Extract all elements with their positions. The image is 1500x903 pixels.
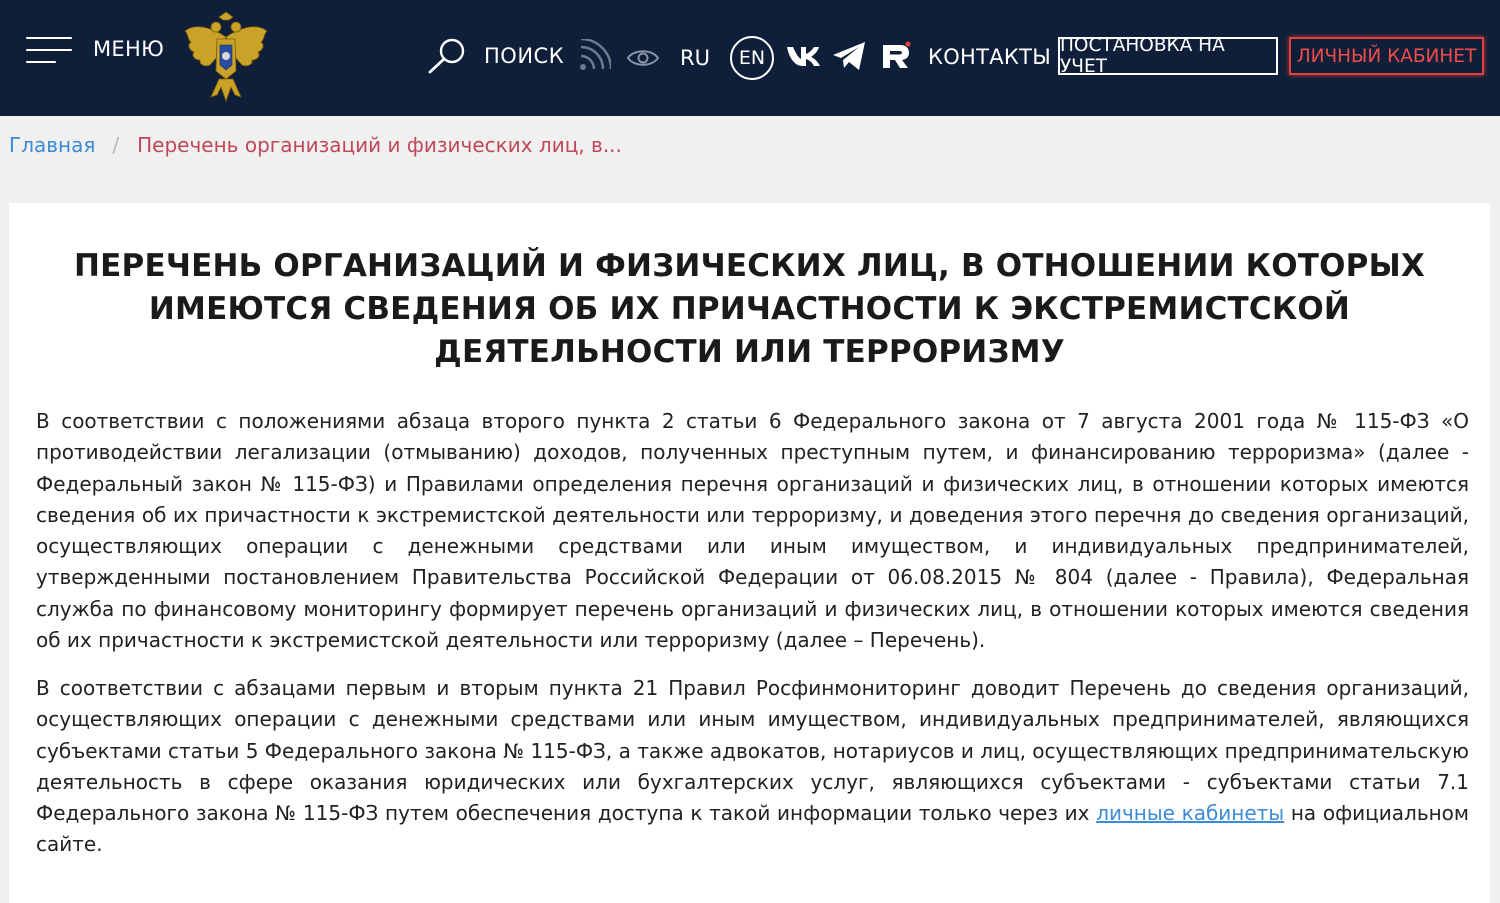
content-card: ПЕРЕЧЕНЬ ОРГАНИЗАЦИЙ И ФИЗИЧЕСКИХ ЛИЦ, В…: [9, 203, 1490, 903]
page-title: ПЕРЕЧЕНЬ ОРГАНИЗАЦИЙ И ФИЗИЧЕСКИХ ЛИЦ, В…: [74, 248, 1425, 370]
eye-icon[interactable]: [626, 47, 660, 69]
breadcrumb-home[interactable]: Главная: [9, 133, 95, 157]
menu-label[interactable]: МЕНЮ: [93, 37, 164, 61]
registration-button[interactable]: ПОСТАНОВКА НА УЧЕТ: [1058, 35, 1278, 77]
contacts-link[interactable]: КОНТАКТЫ: [928, 45, 1051, 69]
paragraph-1: В соответствии с положениями абзаца втор…: [36, 409, 1469, 653]
personal-cabinet-button[interactable]: ЛИЧНЫЙ КАБИНЕТ: [1289, 37, 1484, 75]
breadcrumb: Главная / Перечень организаций и физически…: [9, 133, 622, 157]
paragraph-2: В соответствии с абзацами первым и вторы…: [36, 673, 1469, 861]
menu-icon[interactable]: [26, 37, 72, 65]
breadcrumb-current: Перечень организаций и физических лиц, в…: [137, 133, 622, 157]
lang-en-button[interactable]: EN: [730, 36, 774, 80]
emblem-logo[interactable]: [181, 9, 271, 105]
search-label[interactable]: ПОИСК: [484, 44, 564, 68]
breadcrumb-separator: /: [112, 133, 120, 157]
site-header: МЕНЮ ПОИСК RU EN КОНТАКТЫ ПОСТАНОВКА НА …: [0, 0, 1500, 116]
vk-icon[interactable]: [785, 42, 821, 68]
telegram-icon[interactable]: [831, 40, 867, 72]
personal-cabinets-link[interactable]: личные кабинеты: [1096, 801, 1284, 825]
rss-icon[interactable]: [577, 39, 611, 73]
lang-ru-button[interactable]: RU: [680, 46, 710, 70]
rutube-icon[interactable]: [880, 41, 912, 71]
search-icon[interactable]: [427, 37, 467, 75]
